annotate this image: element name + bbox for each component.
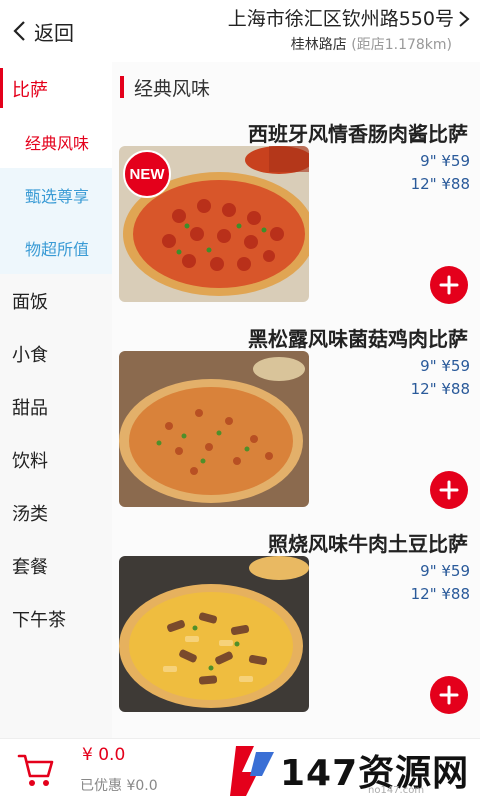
product-card[interactable]: 照烧风味牛肉土豆比萨 9" ¥59 12" ¥88 xyxy=(112,522,480,727)
address-text: 上海市徐汇区钦州路550号 xyxy=(227,8,454,30)
shopping-cart-icon xyxy=(17,754,54,786)
sidebar-item-label: 物超所值 xyxy=(25,239,90,259)
sidebar-item-label: 套餐 xyxy=(12,556,48,578)
price-9-inch: 9" ¥59 xyxy=(420,152,470,170)
sidebar-subitem-value[interactable]: 物超所值 xyxy=(0,221,112,274)
product-image[interactable]: NEW xyxy=(119,146,309,302)
sidebar-subitem-classic[interactable]: 经典风味 xyxy=(0,115,112,168)
price-12-inch: 12" ¥88 xyxy=(410,585,470,603)
new-badge-label: NEW xyxy=(129,165,165,183)
product-prices: 9" ¥59 12" ¥88 xyxy=(411,150,470,196)
store-address[interactable]: 上海市徐汇区钦州路550号 桂林路店 (距店1.178km) xyxy=(228,6,470,56)
price-9-inch: 9" ¥59 xyxy=(420,357,470,375)
add-to-cart-button[interactable] xyxy=(430,266,468,304)
chevron-right-icon xyxy=(459,11,470,27)
sidebar-item-label: 甜品 xyxy=(12,397,48,419)
section-title: 经典风味 xyxy=(134,77,211,100)
sidebar-item-label: 经典风味 xyxy=(25,133,90,153)
sidebar-item-snacks[interactable]: 小食 xyxy=(0,327,112,380)
product-name: 黑松露风味菌菇鸡肉比萨 xyxy=(248,327,468,351)
sidebar-item-label: 比萨 xyxy=(12,79,48,101)
cart-bar: ¥ 0.0 已优惠 ¥0.0 147资源网 no147.com xyxy=(0,738,480,800)
price-12-inch: 12" ¥88 xyxy=(410,380,470,398)
product-prices: 9" ¥59 12" ¥88 xyxy=(411,560,470,606)
watermark-logo-icon xyxy=(230,746,274,796)
store-name: 桂林路店 xyxy=(290,37,347,53)
pizza-image xyxy=(119,556,309,712)
chevron-left-icon xyxy=(13,21,25,41)
sidebar-item-desserts[interactable]: 甜品 xyxy=(0,380,112,433)
sidebar-item-label: 甄选尊享 xyxy=(25,186,90,206)
sidebar-item-label: 饮料 xyxy=(12,450,48,472)
new-badge: NEW xyxy=(123,150,171,198)
header: 返回 上海市徐汇区钦州路550号 桂林路店 (距店1.178km) xyxy=(0,0,480,62)
product-image[interactable] xyxy=(119,556,309,712)
price-9-inch: 9" ¥59 xyxy=(420,562,470,580)
watermark-url: no147.com xyxy=(368,785,425,796)
back-label: 返回 xyxy=(34,20,74,45)
plus-icon xyxy=(439,480,459,500)
sidebar-subitem-premium[interactable]: 甄选尊享 xyxy=(0,168,112,221)
sidebar-item-afternoon-tea[interactable]: 下午茶 xyxy=(0,592,112,645)
plus-icon xyxy=(439,275,459,295)
add-to-cart-button[interactable] xyxy=(430,471,468,509)
back-button[interactable]: 返回 xyxy=(12,16,74,46)
sidebar-item-combos[interactable]: 套餐 xyxy=(0,539,112,592)
sidebar-item-drinks[interactable]: 饮料 xyxy=(0,433,112,486)
cart-discount: 已优惠 ¥0.0 xyxy=(80,778,158,794)
section-header: 经典风味 xyxy=(112,62,480,112)
section-accent-bar xyxy=(120,76,124,98)
sidebar-item-label: 下午茶 xyxy=(12,609,66,631)
price-12-inch: 12" ¥88 xyxy=(410,175,470,193)
watermark: 147资源网 no147.com xyxy=(228,741,478,799)
product-name: 照烧风味牛肉土豆比萨 xyxy=(268,532,468,556)
product-prices: 9" ¥59 12" ¥88 xyxy=(411,355,470,401)
sidebar-item-pizza[interactable]: 比萨 xyxy=(0,62,112,115)
product-list[interactable]: 经典风味 西班牙风情香肠肉酱比萨 NEW 9" ¥59 12" ¥88 黑松露风… xyxy=(112,62,480,738)
sidebar-item-rice-noodles[interactable]: 面饭 xyxy=(0,274,112,327)
category-sidebar: 比萨 经典风味 甄选尊享 物超所值 面饭 小食 甜品 饮料 汤类 套餐 下午茶 xyxy=(0,62,112,738)
cart-button[interactable] xyxy=(16,751,56,789)
cart-total: ¥ 0.0 xyxy=(82,745,126,765)
sidebar-item-label: 面饭 xyxy=(12,291,48,313)
sidebar-item-soups[interactable]: 汤类 xyxy=(0,486,112,539)
product-image[interactable] xyxy=(119,351,309,507)
product-name: 西班牙风情香肠肉酱比萨 xyxy=(248,122,468,146)
pizza-image xyxy=(119,351,309,507)
store-distance: (距店1.178km) xyxy=(351,37,452,53)
product-card[interactable]: 西班牙风情香肠肉酱比萨 NEW 9" ¥59 12" ¥88 xyxy=(112,112,480,317)
add-to-cart-button[interactable] xyxy=(430,676,468,714)
plus-icon xyxy=(439,685,459,705)
sidebar-item-label: 小食 xyxy=(12,344,48,366)
product-card[interactable]: 黑松露风味菌菇鸡肉比萨 9" ¥59 12" ¥88 xyxy=(112,317,480,522)
sidebar-item-label: 汤类 xyxy=(12,503,48,525)
